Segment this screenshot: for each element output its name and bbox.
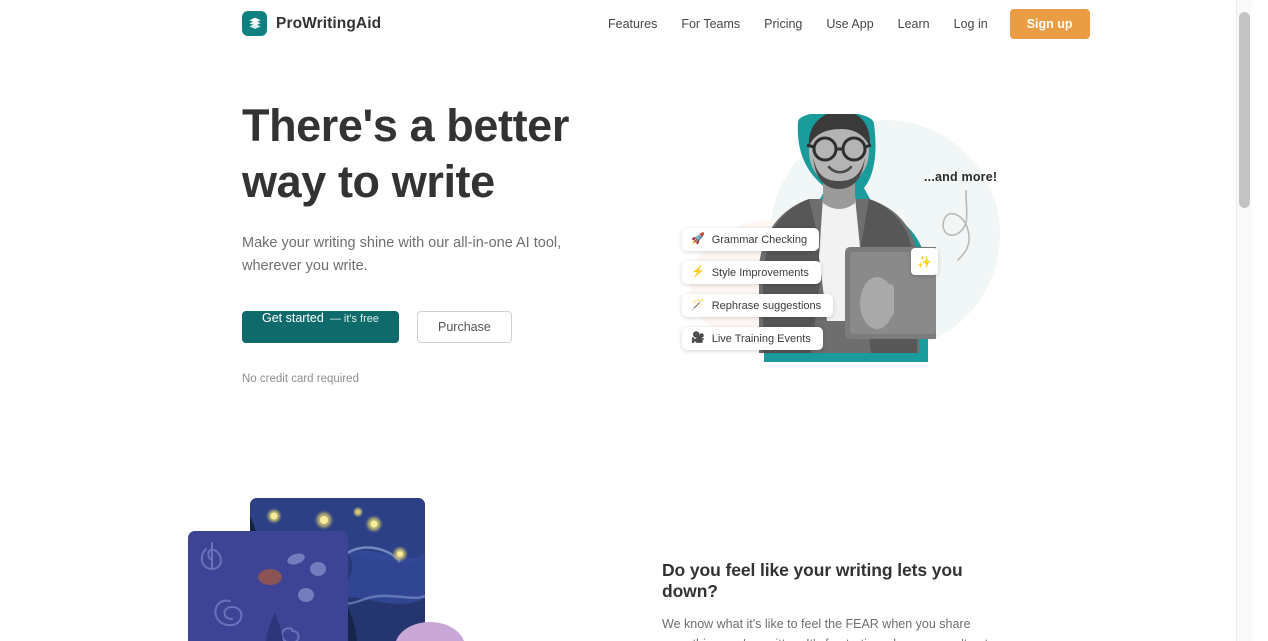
- hero-title-line-1: There's a better: [242, 100, 569, 151]
- magic-wand-icon: 🪄: [691, 299, 705, 311]
- hero-title-line-2: way to write: [242, 156, 495, 207]
- page-root: ProWritingAid Features For Teams Pricing…: [0, 0, 1252, 641]
- brand-name: ProWritingAid: [276, 14, 382, 32]
- hero-subtitle: Make your writing shine with our all-in-…: [242, 235, 562, 274]
- nav-item-learn[interactable]: Learn: [886, 12, 942, 37]
- video-camera-icon: 🎥: [691, 332, 705, 344]
- feature-chip-list: 🚀 Grammar Checking ⚡ Style Improvements …: [682, 228, 834, 350]
- feature-chip-label: Style Improvements: [711, 266, 809, 279]
- nav-item-log-in[interactable]: Log in: [942, 12, 1000, 37]
- lightning-icon: ⚡: [691, 266, 705, 278]
- scrollbar-thumb[interactable]: [1239, 12, 1250, 208]
- feature-chip-label: Grammar Checking: [711, 233, 808, 246]
- vertical-scrollbar[interactable]: [1236, 0, 1252, 641]
- purchase-button[interactable]: Purchase: [417, 311, 512, 343]
- sparkles-icon: ✨: [911, 248, 938, 275]
- get-started-label: Get started: [262, 311, 324, 325]
- hero-cta-row: Get started — it's free Purchase: [242, 311, 642, 343]
- feature-chip-label: Live Training Events: [711, 332, 811, 345]
- blue-doodle-panel: [188, 531, 348, 641]
- doodle-sketches-icon: [200, 542, 326, 641]
- site-header: ProWritingAid Features For Teams Pricing…: [0, 0, 1252, 48]
- page-title: There's a better way to write: [242, 98, 642, 210]
- prowritingaid-logo-icon: [242, 11, 267, 36]
- feature-chip-grammar-checking[interactable]: 🚀 Grammar Checking: [682, 228, 820, 251]
- feature-chip-style-improvements[interactable]: ⚡ Style Improvements: [682, 261, 821, 284]
- no-credit-card-note: No credit card required: [242, 373, 359, 385]
- nav-item-for-teams[interactable]: For Teams: [669, 12, 752, 37]
- feature-chip-label: Rephrase suggestions: [711, 299, 822, 312]
- hero-copy: There's a better way to write Make your …: [242, 98, 642, 385]
- get-started-button[interactable]: Get started — it's free: [242, 311, 400, 343]
- curly-arrow-icon: [942, 190, 970, 261]
- nav-item-use-app[interactable]: Use App: [814, 12, 885, 37]
- get-started-sublabel: — it's free: [329, 313, 380, 325]
- feature-chip-live-training-events[interactable]: 🎥 Live Training Events: [682, 327, 823, 350]
- feature-chip-rephrase-suggestions[interactable]: 🪄 Rephrase suggestions: [682, 294, 834, 317]
- section2-body: We know what it's like to feel the FEAR …: [662, 617, 1016, 641]
- nav-item-features[interactable]: Features: [596, 12, 669, 37]
- brand-logo-link[interactable]: ProWritingAid: [242, 11, 381, 36]
- rocket-icon: 🚀: [691, 233, 705, 245]
- sign-up-button[interactable]: Sign up: [1009, 8, 1090, 40]
- section2-title: Do you feel like your writing lets you d…: [662, 560, 963, 601]
- nav-item-pricing[interactable]: Pricing: [752, 12, 814, 37]
- and-more-annotation: ...and more!: [924, 170, 998, 184]
- section2-copy: Do you feel like your writing lets you d…: [662, 560, 1022, 641]
- main-navigation: Features For Teams Pricing Use App Learn…: [596, 0, 1090, 48]
